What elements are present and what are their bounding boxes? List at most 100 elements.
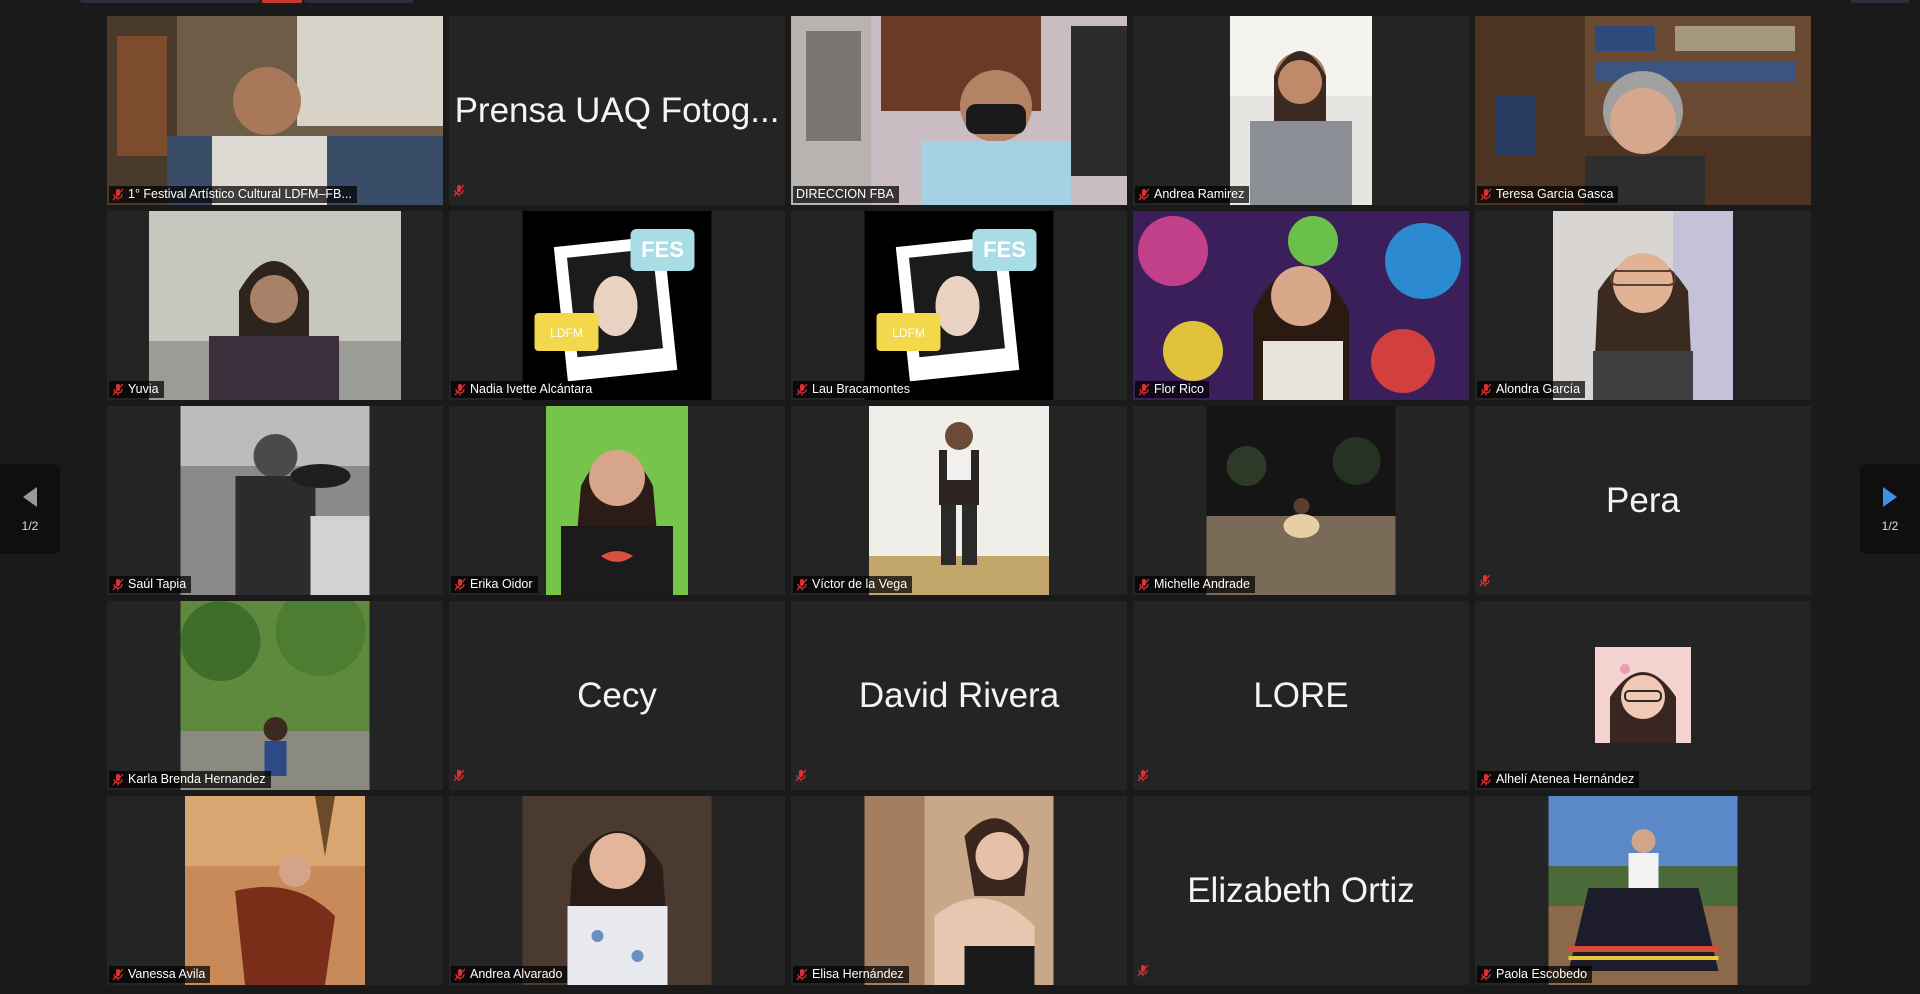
participant-tile[interactable]: Cecy [449,601,785,790]
participant-name-label: Erika Oidor [451,576,538,593]
participant-name: 1° Festival Artístico Cultural LDFM–FB..… [128,187,352,201]
participant-video [1553,211,1733,400]
participant-name: Víctor de la Vega [812,577,908,591]
mic-muted-icon [796,578,808,590]
recording-indicator [262,0,302,3]
participant-tile[interactable]: Michelle Andrade [1133,406,1469,595]
participant-name: Karla Brenda Hernandez [128,772,266,786]
participant-video [791,16,1127,205]
mic-muted-icon [112,773,124,785]
participant-tile[interactable]: Karla Brenda Hernandez [107,601,443,790]
mic-muted-icon [1480,968,1492,980]
participant-name: Nadia Ivette Alcántara [470,382,593,396]
participant-video [546,406,688,595]
fes-badge-text: FES [641,237,684,262]
page-indicator: 1/2 [21,519,39,533]
mic-muted-icon [1137,769,1149,782]
participant-tile[interactable]: Saúl Tapia [107,406,443,595]
mic-muted-icon [1480,773,1492,785]
participant-tile[interactable]: David Rivera [791,601,1127,790]
video-gallery-grid: 1° Festival Artístico Cultural LDFM–FB..… [107,16,1811,985]
mic-muted-icon [1138,578,1150,590]
participant-video [1548,796,1738,985]
ldfm-badge-text: LDFM [892,326,925,340]
participant-video [1475,16,1811,205]
mic-muted-icon [454,968,466,980]
mic-muted-icon [1138,188,1150,200]
toolbar-segment [80,0,260,3]
mic-muted-icon [796,383,808,395]
participant-video [1133,211,1469,400]
participant-tile[interactable]: Flor Rico [1133,211,1469,400]
participant-video [522,796,712,985]
participant-tile-active-speaker[interactable]: DIRECCION FBA [791,16,1127,205]
participant-name-label: DIRECCION FBA [793,186,899,203]
previous-page-button[interactable]: 1/2 [0,464,60,554]
mic-status [1137,964,1149,982]
participant-tile[interactable]: Pera [1475,406,1811,595]
mic-muted-icon [453,769,465,782]
participant-display-name: Prensa UAQ Fotog... [454,90,780,130]
mic-muted-icon [795,769,807,782]
participant-name-label: Elisa Hernández [793,966,909,983]
festival-logo-video: FES LDFM [522,211,712,400]
participant-tile[interactable]: Teresa Garcia Gasca [1475,16,1811,205]
participant-tile[interactable]: Yuvia [107,211,443,400]
mic-muted-icon [1480,383,1492,395]
participant-tile[interactable]: Erika Oidor [449,406,785,595]
mic-muted-icon [796,968,808,980]
mic-muted-icon [112,968,124,980]
ldfm-badge-text: LDFM [550,326,583,340]
mic-status [1479,574,1491,592]
toolbar-segment [1850,0,1910,3]
participant-tile[interactable]: Vanessa Avila [107,796,443,985]
participant-tile[interactable]: Víctor de la Vega [791,406,1127,595]
participant-name-label: Teresa Garcia Gasca [1477,186,1619,203]
participant-tile[interactable]: Prensa UAQ Fotog... [449,16,785,205]
next-page-button[interactable]: 1/2 [1860,464,1920,554]
participant-tile[interactable]: FES LDFM Lau Bracamontes [791,211,1127,400]
participant-name-label: Alondra García [1477,381,1586,398]
mic-muted-icon [454,383,466,395]
participant-display-name: David Rivera [858,675,1060,715]
participant-video [1206,406,1396,595]
mic-muted-icon [1479,574,1491,587]
participant-tile[interactable]: FES LDFM Nadia Ivette Alcántara [449,211,785,400]
mic-muted-icon [112,383,124,395]
participant-name: Alondra García [1496,382,1581,396]
participant-tile[interactable]: 1° Festival Artístico Cultural LDFM–FB..… [107,16,443,205]
mic-muted-icon [112,578,124,590]
participant-video [185,796,365,985]
participant-tile[interactable]: Andrea Ramirez [1133,16,1469,205]
participant-name-label: Flor Rico [1135,381,1210,398]
participant-name: Paola Escobedo [1496,967,1588,981]
mic-status [453,769,465,787]
page-indicator: 1/2 [1881,519,1899,533]
participant-name-label: Vanessa Avila [109,966,211,983]
participant-name-label: Alhelí Atenea Hernández [1477,771,1640,788]
participant-tile[interactable]: LORE [1133,601,1469,790]
participant-tile[interactable]: Alhelí Atenea Hernández [1475,601,1811,790]
mic-muted-icon [1137,964,1149,977]
participant-name: Vanessa Avila [128,967,206,981]
mic-muted-icon [1480,188,1492,200]
participant-video [864,796,1054,985]
participant-tile[interactable]: Elisa Hernández [791,796,1127,985]
mic-muted-icon [1138,383,1150,395]
participant-name: Michelle Andrade [1154,577,1250,591]
participant-video [107,16,443,205]
participant-name: Andrea Alvarado [470,967,563,981]
participant-video [1230,16,1372,205]
participant-tile[interactable]: Elizabeth Ortiz [1133,796,1469,985]
top-toolbar-strip [0,0,1920,6]
mic-muted-icon [453,184,465,197]
participant-video [1595,647,1691,743]
participant-tile[interactable]: Alondra García [1475,211,1811,400]
participant-tile[interactable]: Andrea Alvarado [449,796,785,985]
participant-tile[interactable]: Paola Escobedo [1475,796,1811,985]
participant-name: Yuvia [128,382,159,396]
participant-name-label: Víctor de la Vega [793,576,913,593]
participant-name: Alhelí Atenea Hernández [1496,772,1635,786]
mic-muted-icon [454,578,466,590]
participant-name-label: Karla Brenda Hernandez [109,771,271,788]
